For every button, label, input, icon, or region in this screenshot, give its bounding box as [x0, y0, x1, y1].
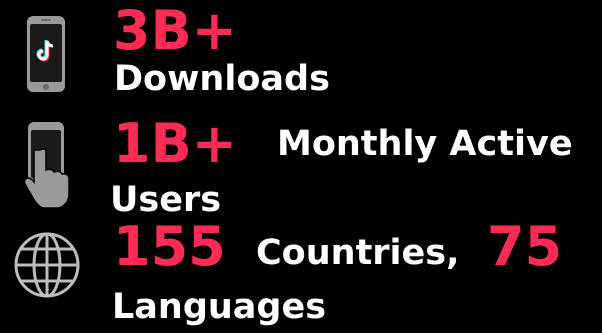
downloads-label: Downloads — [114, 59, 330, 99]
monthly-active-users-value: 1B+ — [113, 112, 237, 175]
countries-value: 155 — [113, 215, 226, 278]
touch-phone-icon — [23, 122, 70, 209]
languages-value: 75 — [487, 215, 563, 278]
globe-icon — [14, 232, 80, 298]
monthly-active-label: Monthly Active — [277, 124, 573, 164]
users-label: Users — [110, 180, 222, 220]
downloads-value: 3B+ — [113, 0, 237, 62]
tiktok-phone-icon — [27, 16, 65, 92]
countries-label: Countries, — [256, 233, 460, 273]
languages-label: Languages — [112, 287, 327, 327]
